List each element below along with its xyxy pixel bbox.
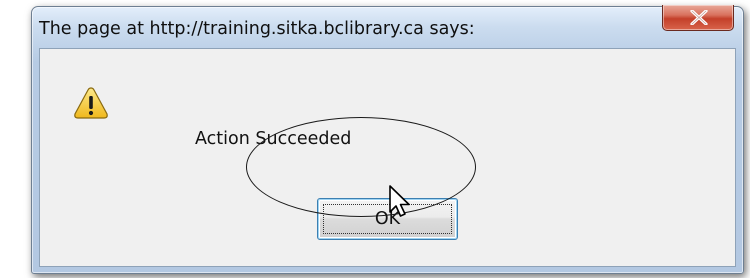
dialog-body: Action Succeeded OK	[39, 48, 736, 267]
dialog-message: Action Succeeded	[195, 129, 352, 149]
dialog-title: The page at http://training.sitka.bclibr…	[39, 19, 475, 39]
warning-icon	[74, 87, 108, 119]
alert-dialog: The page at http://training.sitka.bclibr…	[31, 5, 744, 274]
close-button[interactable]	[662, 5, 734, 31]
ok-button-label: OK	[374, 209, 401, 229]
close-x-icon	[690, 10, 708, 25]
ok-button[interactable]: OK	[317, 198, 458, 240]
